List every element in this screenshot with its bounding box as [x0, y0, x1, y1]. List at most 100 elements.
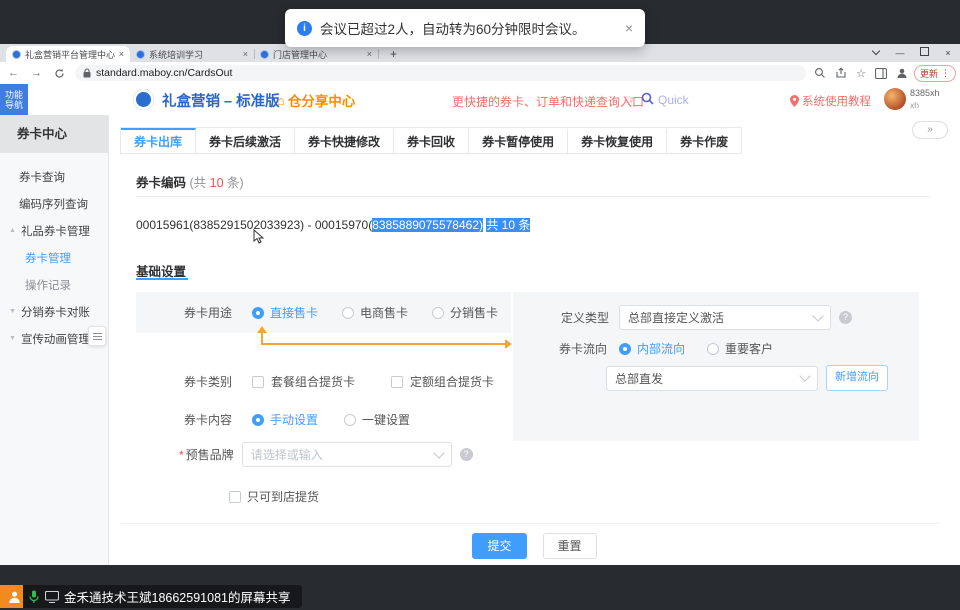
radio-one-key-setting[interactable]: 一键设置: [344, 411, 410, 428]
microphone-icon: [29, 590, 39, 604]
user-info: 8385xh xh: [910, 87, 940, 111]
sidebar-collapse-handle[interactable]: [88, 326, 106, 346]
code-range-selected: 8385889075578462): [372, 218, 483, 232]
function-nav-toggle[interactable]: 功能 导航: [0, 84, 28, 115]
category-label: 券卡类别: [184, 373, 232, 390]
sidebar-item-card-query[interactable]: 券卡查询: [0, 163, 108, 190]
share-icon[interactable]: [835, 67, 847, 79]
side-panel-icon[interactable]: [875, 68, 887, 79]
checkbox-store-pickup-only[interactable]: 只可到店提货: [229, 488, 319, 505]
code-count: 10: [210, 176, 224, 190]
browser-update-button[interactable]: 更新 ⋮: [914, 65, 956, 82]
tab-suspend[interactable]: 券卡暂停使用: [469, 128, 568, 153]
tutorial-label: 系统使用教程: [802, 93, 871, 109]
radio-on-icon: [619, 343, 631, 355]
radio-ecommerce-sale[interactable]: 电商售卡: [342, 304, 408, 321]
section-divider: [136, 196, 930, 197]
help-icon[interactable]: ?: [460, 448, 473, 461]
radio-important-customer[interactable]: 重要客户: [707, 340, 773, 357]
share-center-link[interactable]: ⌂ 仓分享中心: [277, 90, 355, 110]
user-avatar[interactable]: [884, 88, 906, 110]
bookmark-star-icon[interactable]: ☆: [856, 67, 866, 80]
screen: 礼盒营销平台管理中心 × 系统培训学习 × 门店管理中心 × + — ×: [0, 0, 960, 610]
profile-icon[interactable]: [896, 67, 908, 79]
sidebar-item-code-sequence-query[interactable]: 编码序列查询: [0, 190, 108, 217]
update-label: 更新: [920, 67, 938, 80]
quick-label[interactable]: Quick: [658, 93, 689, 107]
browser-menu-icon[interactable]: ⋮: [941, 68, 950, 79]
usage-label: 券卡用途: [184, 304, 232, 321]
pointing-hand-icon: ☞: [625, 92, 637, 108]
card-action-tabs: 券卡出库 券卡后续激活 券卡快捷修改 券卡回收 券卡暂停使用 券卡恢复使用 券卡…: [120, 127, 742, 154]
screen-share-bar: 金禾通技术王斌18662591081的屏幕共享: [0, 585, 302, 608]
add-flow-button[interactable]: 新增流向: [826, 365, 888, 391]
radio-direct-sale[interactable]: 直接售卡: [252, 304, 318, 321]
checkbox-package-combo-card[interactable]: 套餐组合提货卡: [252, 373, 355, 390]
forward-icon[interactable]: →: [31, 67, 42, 79]
radio-internal-flow[interactable]: 内部流向: [619, 340, 685, 357]
close-window-button[interactable]: ×: [936, 44, 960, 62]
meeting-notification: i 会议已超过2人，自动转为60分钟限时会议。 ×: [285, 9, 645, 47]
tab-later-activate[interactable]: 券卡后续激活: [196, 128, 295, 153]
tab-close-icon[interactable]: ×: [119, 49, 124, 59]
card-code-range[interactable]: 00015961(8385291502033923) - 00015970(83…: [136, 216, 530, 233]
refresh-icon[interactable]: [54, 68, 65, 79]
submit-button[interactable]: 提交: [472, 533, 526, 559]
browser-tab-2[interactable]: 系统培训学习 ×: [130, 46, 254, 62]
sidebar-title: 券卡中心: [0, 115, 108, 153]
active-underline: [136, 278, 188, 280]
warehouse-icon: ⌂: [277, 93, 285, 108]
radio-on-icon: [252, 414, 264, 426]
app-title: 礼盒营销 – 标准版: [162, 90, 280, 111]
tutorial-link[interactable]: 系统使用教程: [790, 93, 871, 109]
sidebar-item-operation-log[interactable]: 操作记录: [0, 271, 108, 298]
browser-tab-title: 系统培训学习: [149, 48, 239, 61]
browser-tab-1[interactable]: 礼盒营销平台管理中心 ×: [6, 46, 130, 62]
presale-brand-select[interactable]: 请选择或输入: [242, 442, 452, 467]
presale-brand-row: * 预售品牌 请选择或输入 ?: [109, 442, 473, 467]
reset-button[interactable]: 重置: [543, 533, 597, 559]
radio-distribution-sale[interactable]: 分销售卡: [432, 304, 498, 321]
address-bar[interactable]: standard.maboy.cn/CardsOut: [75, 65, 806, 81]
browser-tab-3[interactable]: 门店管理中心 ×: [254, 46, 378, 62]
site-favicon-icon: [136, 50, 145, 59]
back-icon[interactable]: ←: [8, 67, 19, 79]
define-type-select[interactable]: 总部直接定义激活: [619, 305, 831, 330]
radio-manual-setting[interactable]: 手动设置: [252, 411, 318, 428]
define-type-value: 总部直接定义激活: [628, 309, 724, 326]
tab-recycle[interactable]: 券卡回收: [394, 128, 469, 153]
checkbox-icon: [391, 376, 403, 388]
site-favicon-icon: [260, 50, 269, 59]
quick-search-icon[interactable]: [641, 92, 654, 105]
browser-toolbar: ← → standard.maboy.cn/CardsOut ☆ 更新 ⋮: [0, 62, 960, 84]
zoom-icon[interactable]: [814, 67, 826, 79]
tab-close-icon[interactable]: ×: [367, 49, 372, 59]
tab-void[interactable]: 券卡作废: [667, 128, 741, 153]
tab-quick-modify[interactable]: 券卡快捷修改: [295, 128, 394, 153]
sidebar-item-card-management[interactable]: 券卡管理: [0, 244, 108, 271]
tab-close-icon[interactable]: ×: [243, 49, 248, 59]
tab-search-icon[interactable]: [864, 44, 888, 62]
share-center-label: 仓分享中心: [288, 90, 356, 110]
maximize-button[interactable]: [912, 44, 936, 62]
minimize-button[interactable]: —: [888, 44, 912, 62]
content-row: 券卡内容 手动设置 一键设置: [109, 411, 410, 428]
checkbox-icon: [252, 376, 264, 388]
notification-close-icon[interactable]: ×: [625, 20, 633, 36]
help-icon[interactable]: ?: [839, 311, 852, 324]
sidebar-group-distribution-reconcile[interactable]: ▼ 分销券卡对账: [0, 298, 108, 325]
expand-right-button[interactable]: »: [912, 121, 948, 139]
required-asterisk: *: [179, 448, 184, 462]
category-row: 券卡类别 套餐组合提货卡 定额组合提货卡: [109, 373, 494, 390]
annotation-arrow-horizontal: [261, 343, 507, 345]
chevron-down-icon: [799, 370, 810, 381]
checkbox-fixed-combo-card[interactable]: 定额组合提货卡: [391, 373, 494, 390]
sidebar-group-gift-card-mgmt[interactable]: ▲ 礼品券卡管理: [0, 217, 108, 244]
tab-cards-out[interactable]: 券卡出库: [121, 128, 196, 153]
browser-tab-title: 礼盒营销平台管理中心: [25, 48, 115, 61]
hamburger-icon: [93, 336, 102, 337]
new-tab-button[interactable]: +: [386, 46, 401, 62]
flow-select[interactable]: 总部直发: [606, 366, 818, 391]
tab-resume[interactable]: 券卡恢复使用: [568, 128, 667, 153]
content-label: 券卡内容: [184, 411, 232, 428]
